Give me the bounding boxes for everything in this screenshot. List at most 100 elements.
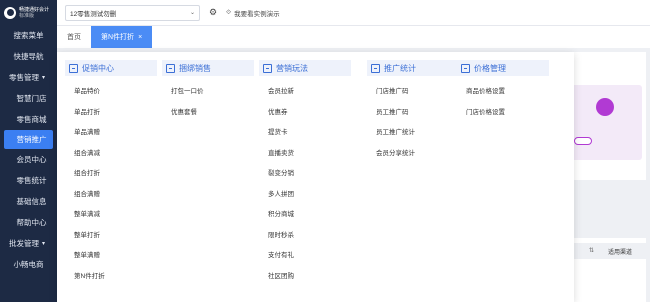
sidebar-item[interactable]: 会员中心: [0, 149, 57, 170]
menu-item[interactable]: 整单打折: [65, 224, 157, 245]
promo-icon: [596, 98, 614, 116]
menu-item[interactable]: 会员分享统计: [367, 142, 459, 163]
brand-name: 畅捷通好会计 标准版: [19, 7, 49, 19]
menu-column: 捆绑销售打包一口价 优惠套餐: [162, 60, 254, 121]
sidebar-item[interactable]: 智慧门店: [0, 88, 57, 109]
promo-card: [568, 85, 642, 160]
sidebar-item[interactable]: 营销推广: [4, 130, 53, 149]
sidebar-item-label: 基础信息: [16, 197, 47, 206]
menu-list: 单品特价 单品打折 单品满赠 组合满减 组合打折 组合满赠 整单满减 整单打折 整单满赠 第N件打…: [65, 80, 157, 285]
menu-item[interactable]: 组合满减: [65, 142, 157, 163]
menu-list: 会员拉新 优惠券 提货卡 直播卖货 裂变分销 多人拼团 积分商城 限时秒杀 支付有礼 社区团购: [259, 80, 351, 285]
sidebar-item[interactable]: 小畅电商: [0, 254, 57, 275]
menu-item[interactable]: 单品特价: [65, 80, 157, 101]
menu-item[interactable]: 优惠券: [259, 101, 351, 122]
menu-item[interactable]: 组合满赠: [65, 183, 157, 204]
menu-item[interactable]: 支付有礼: [259, 244, 351, 265]
menu-item[interactable]: 整单满赠: [65, 244, 157, 265]
sidebar-item-label: 零售统计: [16, 176, 47, 185]
menu-column: 推广统计门店推广码 员工推广码 员工推广统计 会员分享统计: [367, 60, 459, 162]
demo-link[interactable]: ⟐ 我要看实例演示: [226, 8, 280, 18]
menu-column-title-text: 营销玩法: [276, 63, 308, 73]
sidebar-item-label: 会员中心: [16, 155, 47, 164]
sidebar-item-label: 搜索菜单: [13, 31, 44, 40]
menu-item[interactable]: 会员拉新: [259, 80, 351, 101]
sidebar: 畅捷通好会计 标准版 搜索菜单 快捷导航 零售管理 ▾ 智慧门店 零售商城 营销推广 会员中心…: [0, 0, 57, 302]
menu-column-title: 价格管理: [457, 60, 549, 76]
demo-link-label: 我要看实例演示: [234, 10, 280, 18]
menu-column: 营销玩法会员拉新 优惠券 提货卡 直播卖货 裂变分销 多人拼团 积分商城 限时秒杀 支付有礼 社区…: [259, 60, 351, 285]
menu-item[interactable]: 多人拼团: [259, 183, 351, 204]
brand-logo: [4, 6, 16, 19]
tab-nth-item-discount[interactable]: 第N件打折 ×: [91, 26, 153, 48]
top-bar: 12零售测试勿删 ⌄ ⚙ ⟐ 我要看实例演示: [57, 0, 650, 26]
close-icon[interactable]: ×: [138, 34, 142, 41]
settings-icon[interactable]: ⚙: [206, 6, 220, 20]
monitor-icon: ⟐: [226, 8, 232, 16]
menu-item[interactable]: 单品打折: [65, 101, 157, 122]
category-icon: [263, 63, 272, 73]
menu-list: 门店推广码 员工推广码 员工推广统计 会员分享统计: [367, 80, 459, 162]
sidebar-menu: 搜索菜单 快捷导航 零售管理 ▾ 智慧门店 零售商城 营销推广 会员中心 零售统计 基础信息 帮助中…: [0, 25, 57, 275]
sidebar-item[interactable]: 零售商城: [0, 109, 57, 130]
category-icon: [69, 63, 78, 73]
chevron-down-icon: ▾: [42, 75, 46, 81]
store-select[interactable]: 12零售测试勿删 ⌄: [65, 4, 200, 21]
menu-column-title-text: 捆绑销售: [179, 63, 211, 73]
sidebar-item[interactable]: 零售管理 ▾: [0, 67, 57, 88]
menu-item[interactable]: 组合打折: [65, 162, 157, 183]
category-icon: [371, 63, 380, 73]
tab-label: 首页: [67, 34, 81, 41]
menu-item[interactable]: 社区团购: [259, 265, 351, 286]
sidebar-item[interactable]: 零售统计: [0, 170, 57, 191]
chevron-down-icon: ⌄: [189, 10, 195, 16]
menu-item[interactable]: 打包一口价: [162, 80, 254, 101]
sidebar-item[interactable]: 基础信息: [0, 191, 57, 212]
sidebar-item[interactable]: 搜索菜单: [0, 25, 57, 46]
menu-column: 促销中心单品特价 单品打折 单品满赠 组合满减 组合打折 组合满赠 整单满减 整单打折 整单满赠…: [65, 60, 157, 285]
sidebar-item-label: 零售管理: [9, 73, 39, 82]
sidebar-item-label: 智慧门店: [16, 94, 47, 103]
page-tabs: 首页 第N件打折 ×: [57, 26, 650, 48]
menu-item[interactable]: 直播卖货: [259, 142, 351, 163]
menu-item[interactable]: 裂变分销: [259, 162, 351, 183]
menu-item[interactable]: 第N件打折: [65, 265, 157, 286]
sidebar-item[interactable]: 帮助中心: [0, 212, 57, 233]
menu-item[interactable]: 优惠套餐: [162, 101, 254, 122]
menu-item[interactable]: 门店推广码: [367, 80, 459, 101]
menu-item[interactable]: 提货卡: [259, 121, 351, 142]
menu-item[interactable]: 门店价格设置: [457, 101, 549, 122]
menu-column-title: 推广统计: [367, 60, 459, 76]
menu-column-title-text: 促销中心: [82, 63, 114, 73]
promo-button[interactable]: [574, 137, 592, 145]
menu-item[interactable]: 商品价格设置: [457, 80, 549, 101]
menu-item[interactable]: 限时秒杀: [259, 224, 351, 245]
sidebar-item-label: 零售商城: [16, 115, 47, 124]
tab-label: 第N件打折: [101, 34, 135, 41]
menu-item[interactable]: 员工推广统计: [367, 121, 459, 142]
menu-list: 商品价格设置 门店价格设置: [457, 80, 549, 121]
sidebar-item-label: 营销推广: [16, 135, 47, 144]
menu-column-title: 促销中心: [65, 60, 157, 76]
menu-column-title-text: 价格管理: [474, 63, 506, 73]
table-header-channel: 适用渠道: [607, 250, 632, 256]
sidebar-item[interactable]: 批发管理 ▾: [0, 233, 57, 254]
menu-item[interactable]: 整单满减: [65, 203, 157, 224]
brand-name-line2: 标准版: [19, 12, 35, 19]
chevron-down-icon: ▾: [42, 241, 46, 247]
sidebar-item-label: 快捷导航: [13, 52, 44, 61]
tab-home[interactable]: 首页: [57, 26, 91, 48]
brand[interactable]: 畅捷通好会计 标准版: [0, 0, 57, 25]
menu-column-title: 捆绑销售: [162, 60, 254, 76]
category-icon: [166, 63, 175, 73]
menu-item[interactable]: 员工推广码: [367, 101, 459, 122]
category-icon: [461, 63, 470, 73]
sidebar-item[interactable]: 快捷导航: [0, 46, 57, 67]
sort-icon[interactable]: ⇅: [589, 247, 594, 254]
menu-item[interactable]: 积分商城: [259, 203, 351, 224]
menu-item[interactable]: 单品满赠: [65, 121, 157, 142]
store-select-value: 12零售测试勿删: [70, 10, 117, 18]
sidebar-item-label: 帮助中心: [16, 218, 47, 227]
menu-column-title: 营销玩法: [259, 60, 351, 76]
marketing-mega-menu: 促销中心单品特价 单品打折 单品满赠 组合满减 组合打折 组合满赠 整单满减 整单打折 整单满赠…: [57, 52, 574, 302]
